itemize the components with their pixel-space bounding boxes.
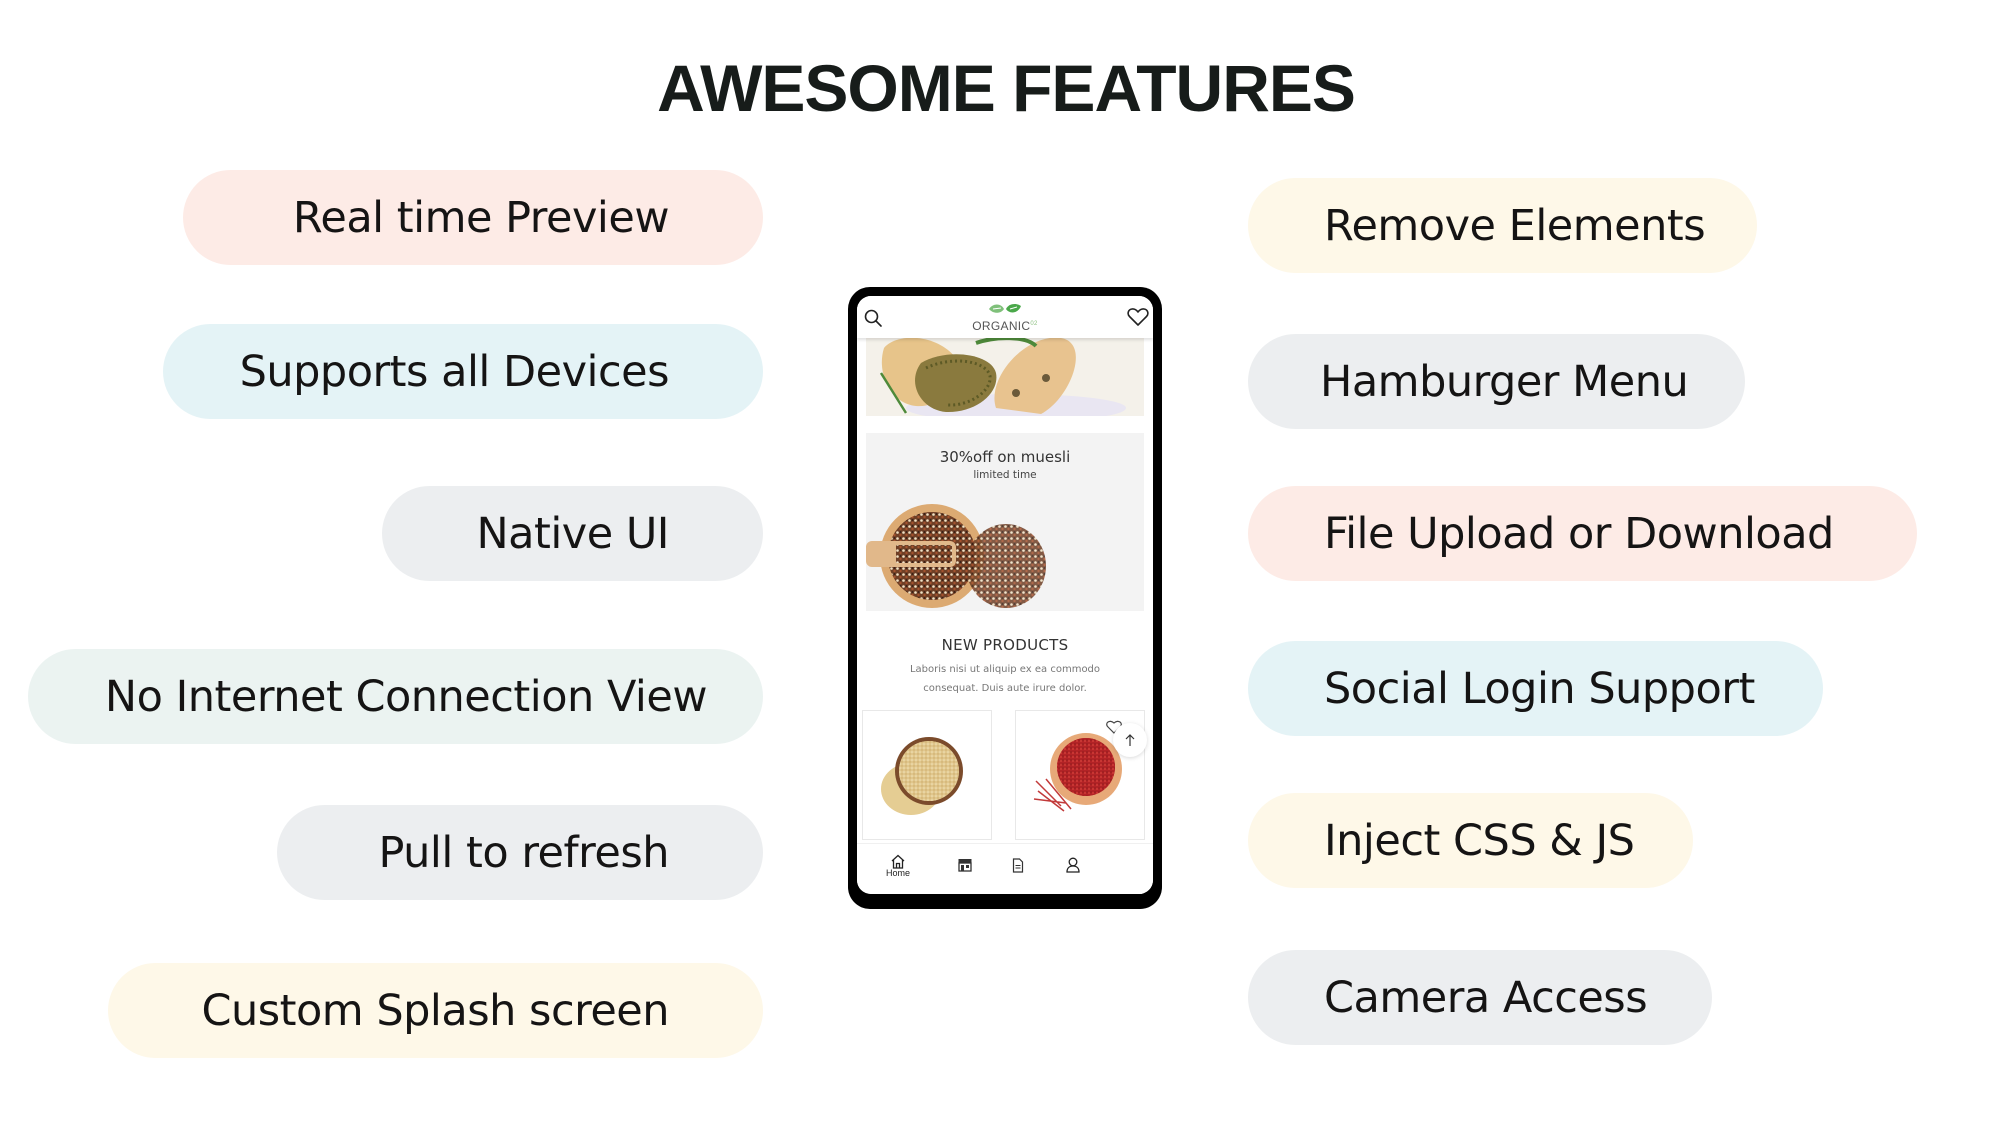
feature-label: No Internet Connection View <box>104 671 708 722</box>
tab-home-label: Home <box>885 868 910 878</box>
page-title: AWESOME FEATURES <box>657 51 1356 125</box>
feature-label: Real time Preview <box>292 192 670 243</box>
logo-suffix: 02 <box>1030 321 1038 327</box>
tab-store[interactable] <box>950 858 980 872</box>
feature-file-upload-or-download: File Upload or Download <box>1248 486 1917 581</box>
tab-home[interactable]: Home <box>883 854 913 878</box>
feature-label: Pull to refresh <box>378 827 670 878</box>
arrow-up-icon <box>1125 734 1135 746</box>
tab-documents[interactable] <box>1003 858 1033 873</box>
app-logo: ORGANIC02 <box>857 303 1153 334</box>
feature-camera-access: Camera Access <box>1248 950 1712 1045</box>
promo-banner[interactable]: 30%off on muesli limited time <box>866 433 1144 611</box>
user-icon <box>1066 857 1080 873</box>
feature-social-login-support: Social Login Support <box>1248 641 1823 736</box>
feature-pull-to-refresh: Pull to refresh <box>277 805 763 900</box>
feature-label: Camera Access <box>1324 972 1648 1023</box>
app-header: ORGANIC02 <box>857 296 1153 338</box>
feature-inject-css-js: Inject CSS & JS <box>1248 793 1693 888</box>
feature-label: Social Login Support <box>1324 663 1755 714</box>
feature-remove-elements: Remove Elements <box>1248 178 1757 273</box>
feature-supports-all-devices: Supports all Devices <box>163 324 763 419</box>
feature-label: Custom Splash screen <box>201 985 669 1036</box>
feature-label: Supports all Devices <box>239 346 670 397</box>
quinoa-product-image <box>881 737 963 815</box>
bread-banner-image[interactable] <box>866 338 1144 416</box>
product-card[interactable] <box>862 710 992 840</box>
feature-label: Inject CSS & JS <box>1324 815 1635 866</box>
feature-label: File Upload or Download <box>1324 508 1834 559</box>
store-icon <box>958 859 972 872</box>
feature-custom-splash-screen: Custom Splash screen <box>108 963 763 1058</box>
feature-native-ui: Native UI <box>382 486 763 581</box>
promo-headline: 30%off on muesli <box>939 448 1071 466</box>
tab-profile[interactable] <box>1058 857 1088 873</box>
phone-mockup: ORGANIC02 30%off on muesli limited time … <box>848 287 1162 909</box>
quinoa-bowl-image <box>866 504 1046 608</box>
feature-label: Hamburger Menu <box>1320 356 1689 407</box>
new-products-description: Laboris nisi ut aliquip ex ea commodo co… <box>909 664 1101 694</box>
feature-no-internet-connection-view: No Internet Connection View <box>28 649 763 744</box>
feature-hamburger-menu: Hamburger Menu <box>1248 334 1745 429</box>
logo-text: ORGANIC <box>972 319 1031 333</box>
document-icon <box>1012 858 1024 873</box>
feature-label: Native UI <box>476 508 669 559</box>
feature-label: Remove Elements <box>1324 200 1706 251</box>
scroll-to-top-button[interactable] <box>1113 723 1147 757</box>
new-products-heading: NEW PRODUCTS <box>941 636 1069 654</box>
bread-illustration <box>866 338 1144 416</box>
phone-screen: ORGANIC02 30%off on muesli limited time … <box>857 296 1153 894</box>
promo-subline: limited time <box>973 469 1037 481</box>
leaf-logo-icon <box>989 304 1021 313</box>
bottom-tab-bar: Home <box>857 843 1153 894</box>
home-icon <box>891 854 905 869</box>
new-products-section: NEW PRODUCTS Laboris nisi ut aliquip ex … <box>857 636 1153 698</box>
feature-real-time-preview: Real time Preview <box>183 170 763 265</box>
heart-icon[interactable] <box>1127 307 1149 327</box>
